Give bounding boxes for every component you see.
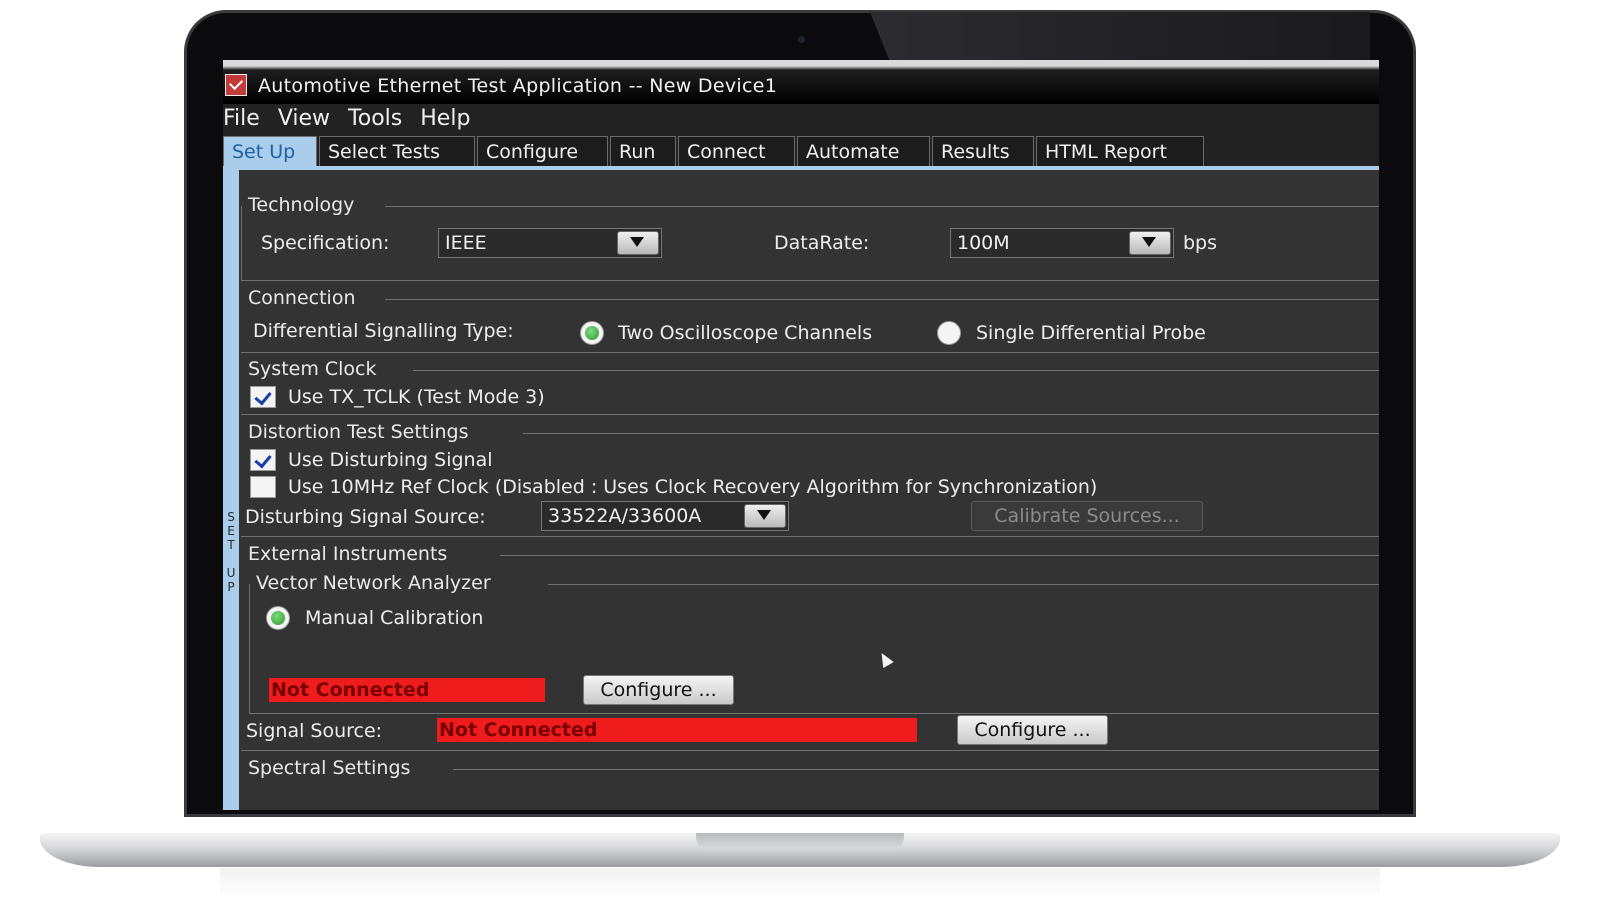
spectral-title: Spectral Settings xyxy=(248,757,411,779)
radio-single-probe[interactable] xyxy=(937,321,961,345)
specification-value: IEEE xyxy=(445,232,487,254)
manual-calibration-label: Manual Calibration xyxy=(305,607,484,629)
menu-bar: File View Tools Help xyxy=(223,104,1379,134)
window-title: Automotive Ethernet Test Application -- … xyxy=(258,75,778,97)
ref-clock-checkbox[interactable] xyxy=(250,476,276,498)
tab-automate[interactable]: Automate xyxy=(797,136,930,166)
technology-rule xyxy=(385,206,1379,207)
chevron-down-icon[interactable] xyxy=(1129,231,1171,255)
disturbing-signal-checkbox[interactable] xyxy=(250,449,276,471)
tab-html-report[interactable]: HTML Report xyxy=(1036,136,1204,166)
vna-status: Not Connected xyxy=(269,678,545,702)
menu-file[interactable]: File xyxy=(223,104,268,134)
datarate-value: 100M xyxy=(957,232,1010,254)
connection-rule xyxy=(385,299,1379,300)
technology-border xyxy=(241,206,242,280)
vna-rule xyxy=(548,584,1379,585)
bezel-sheen xyxy=(870,12,1370,62)
connection-title: Connection xyxy=(248,287,356,309)
system-clock-title: System Clock xyxy=(248,358,377,380)
signal-source-status: Not Connected xyxy=(437,718,917,742)
distortion-title: Distortion Test Settings xyxy=(248,421,469,443)
title-bar: Automotive Ethernet Test Application -- … xyxy=(223,60,1379,104)
side-strip: SET UP xyxy=(223,170,239,810)
reflection xyxy=(220,868,1380,900)
chevron-down-icon[interactable] xyxy=(617,231,659,255)
radio-two-channels[interactable] xyxy=(580,321,604,345)
system-clock-bottom-rule xyxy=(241,414,1379,415)
tx-tclk-checkbox[interactable] xyxy=(250,386,276,408)
two-channels-label: Two Oscilloscope Channels xyxy=(618,322,873,344)
disturbing-source-label: Disturbing Signal Source: xyxy=(245,506,486,528)
setup-panel: SET UP Technology Specification: IEEE Da… xyxy=(223,170,1379,810)
diff-signalling-label: Differential Signalling Type: xyxy=(253,320,514,342)
app-screen: Automotive Ethernet Test Application -- … xyxy=(223,60,1379,810)
distortion-rule xyxy=(523,433,1379,434)
connection-bottom-rule xyxy=(241,352,1379,353)
chevron-down-icon[interactable] xyxy=(744,504,786,528)
laptop-notch xyxy=(696,833,904,849)
radio-manual-calibration[interactable] xyxy=(266,606,290,630)
technology-bottom-rule xyxy=(241,280,1379,281)
datarate-unit: bps xyxy=(1183,232,1218,254)
vna-bottom-rule xyxy=(249,713,1379,714)
datarate-label: DataRate: xyxy=(774,232,870,254)
mouse-pointer-icon xyxy=(876,649,894,669)
disturbing-source-value: 33522A/33600A xyxy=(548,505,702,527)
vna-configure-button[interactable]: Configure ... xyxy=(583,675,734,705)
vna-border xyxy=(249,584,250,714)
datarate-dropdown[interactable]: 100M xyxy=(950,228,1174,258)
menu-view[interactable]: View xyxy=(278,104,338,134)
technology-title: Technology xyxy=(248,194,355,216)
signal-source-configure-button[interactable]: Configure ... xyxy=(957,715,1108,745)
tab-set-up[interactable]: Set Up xyxy=(223,136,317,166)
spectral-rule xyxy=(453,769,1379,770)
disturbing-source-dropdown[interactable]: 33522A/33600A xyxy=(541,501,789,531)
tab-configure[interactable]: Configure xyxy=(477,136,608,166)
signal-source-label: Signal Source: xyxy=(246,720,383,742)
calibrate-sources-button[interactable]: Calibrate Sources... xyxy=(971,501,1203,531)
tab-bar: Set Up Select Tests Configure Run Connec… xyxy=(223,134,1379,170)
specification-label: Specification: xyxy=(261,232,390,254)
ref-clock-label: Use 10MHz Ref Clock (Disabled : Uses Clo… xyxy=(288,476,1098,498)
external-rule xyxy=(500,555,1379,556)
tab-connect[interactable]: Connect xyxy=(678,136,795,166)
side-label: SET UP xyxy=(226,510,236,594)
tab-select-tests[interactable]: Select Tests xyxy=(319,136,475,166)
external-title: External Instruments xyxy=(248,543,448,565)
disturbing-signal-label: Use Disturbing Signal xyxy=(288,449,493,471)
tab-run[interactable]: Run xyxy=(610,136,676,166)
tab-results[interactable]: Results xyxy=(932,136,1034,166)
vna-title: Vector Network Analyzer xyxy=(256,572,491,594)
specification-dropdown[interactable]: IEEE xyxy=(438,228,662,258)
menu-help[interactable]: Help xyxy=(420,104,478,134)
menu-tools[interactable]: Tools xyxy=(348,104,410,134)
tx-tclk-label: Use TX_TCLK (Test Mode 3) xyxy=(288,386,545,408)
camera xyxy=(798,36,805,43)
single-probe-label: Single Differential Probe xyxy=(976,322,1206,344)
system-clock-rule xyxy=(413,370,1379,371)
external-bottom-rule xyxy=(241,750,1379,751)
app-icon xyxy=(225,74,247,96)
distortion-bottom-rule xyxy=(241,536,1379,537)
